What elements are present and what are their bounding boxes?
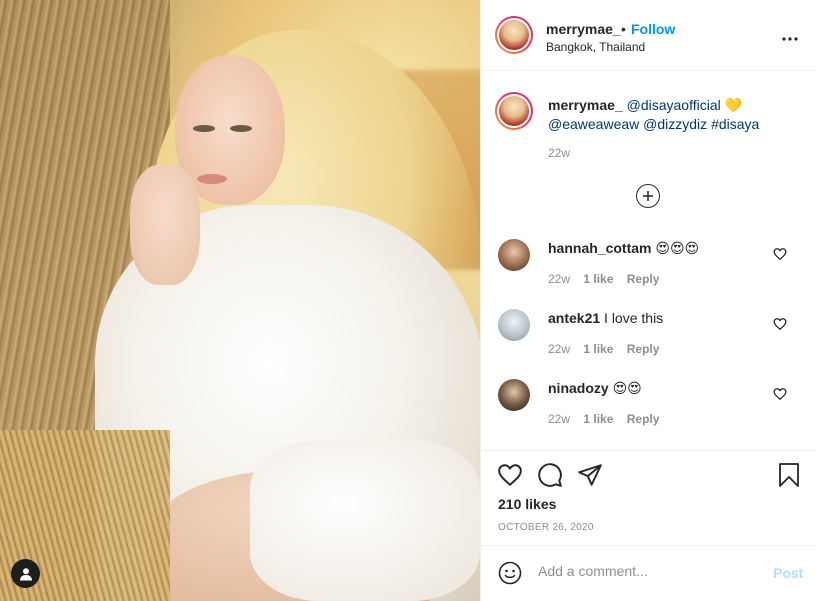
caption-mention[interactable]: @disayaofficial [627,97,721,113]
post-photo[interactable] [0,0,480,601]
post-caption: merrymae_ @disayaofficial 💛 @eaweaweaw @… [548,96,783,134]
comment-body: I love this [604,310,664,326]
heart-icon[interactable] [773,387,787,401]
comment-item: ninadozy 😍😍 22w 1 like Reply [481,379,816,449]
caption-avatar[interactable] [495,92,533,130]
divider [481,545,816,546]
photo-lips [197,174,227,184]
comment-text: ninadozy 😍😍 [548,380,642,397]
reply-button[interactable]: Reply [627,412,660,426]
comment-meta: 22w 1 like Reply [548,342,669,356]
post-sidebar: merrymae_ • Follow Bangkok, Thailand mer… [480,0,816,601]
caption-mention[interactable]: @dizzydiz [643,116,707,132]
comment-timestamp[interactable]: 22w [548,342,570,356]
plus-circle-icon[interactable] [636,184,660,208]
like-count[interactable]: 210 likes [498,496,556,512]
share-icon[interactable] [577,462,603,488]
comment-text: antek21 I love this [548,310,663,326]
user-tag-icon[interactable] [11,559,40,588]
comment-text: hannah_cottam 😍😍😍 [548,240,699,257]
caption-timestamp[interactable]: 22w [548,146,570,160]
follow-button[interactable]: Follow [631,21,675,37]
comment-timestamp[interactable]: 22w [548,412,570,426]
commenter-username[interactable]: hannah_cottam [548,240,651,256]
bookmark-icon[interactable] [777,462,801,488]
more-icon[interactable] [782,24,798,47]
comment-timestamp[interactable]: 22w [548,272,570,286]
reply-button[interactable]: Reply [627,342,660,356]
comment-meta: 22w 1 like Reply [548,412,669,426]
author-avatar[interactable] [495,16,533,54]
heart-icon[interactable] [773,317,787,331]
comment-item: antek21 I love this 22w 1 like Reply [481,309,816,379]
comment-body: 😍😍😍 [655,240,700,256]
commenter-username[interactable]: ninadozy [548,380,609,396]
caption-mention[interactable]: @eaweaweaw [548,116,639,132]
comment-meta: 22w 1 like Reply [548,272,669,286]
comment-body: 😍😍 [612,380,642,396]
caption-emoji: 💛 [724,97,743,113]
comment-like-count[interactable]: 1 like [583,342,613,356]
caption-hashtag[interactable]: #disaya [711,116,759,132]
commenter-avatar[interactable] [498,309,530,341]
comment-like-count[interactable]: 1 like [583,412,613,426]
heart-icon[interactable] [773,247,787,261]
comment-input[interactable] [538,563,758,579]
post-comment-button[interactable]: Post [773,565,803,581]
commenter-username[interactable]: antek21 [548,310,600,326]
author-username[interactable]: merrymae_ [546,21,621,37]
comment-like-count[interactable]: 1 like [583,272,613,286]
separator-dot: • [621,21,626,37]
photo-hand [130,165,200,285]
reply-button[interactable]: Reply [627,272,660,286]
photo-eye [193,125,215,132]
photo-eye [230,125,252,132]
comment-item: hannah_cottam 😍😍😍 22w 1 like Reply [481,239,816,309]
emoji-icon[interactable] [498,561,522,585]
commenter-avatar[interactable] [498,379,530,411]
divider [481,450,816,451]
photo-dress-hem [250,440,480,601]
post-header: merrymae_ • Follow Bangkok, Thailand [481,0,816,71]
post-date[interactable]: OCTOBER 26, 2020 [498,522,594,533]
caption-username[interactable]: merrymae_ [548,97,623,113]
comment-icon[interactable] [537,462,563,488]
commenter-avatar[interactable] [498,239,530,271]
post-location[interactable]: Bangkok, Thailand [546,40,645,54]
heart-icon[interactable] [497,462,523,488]
